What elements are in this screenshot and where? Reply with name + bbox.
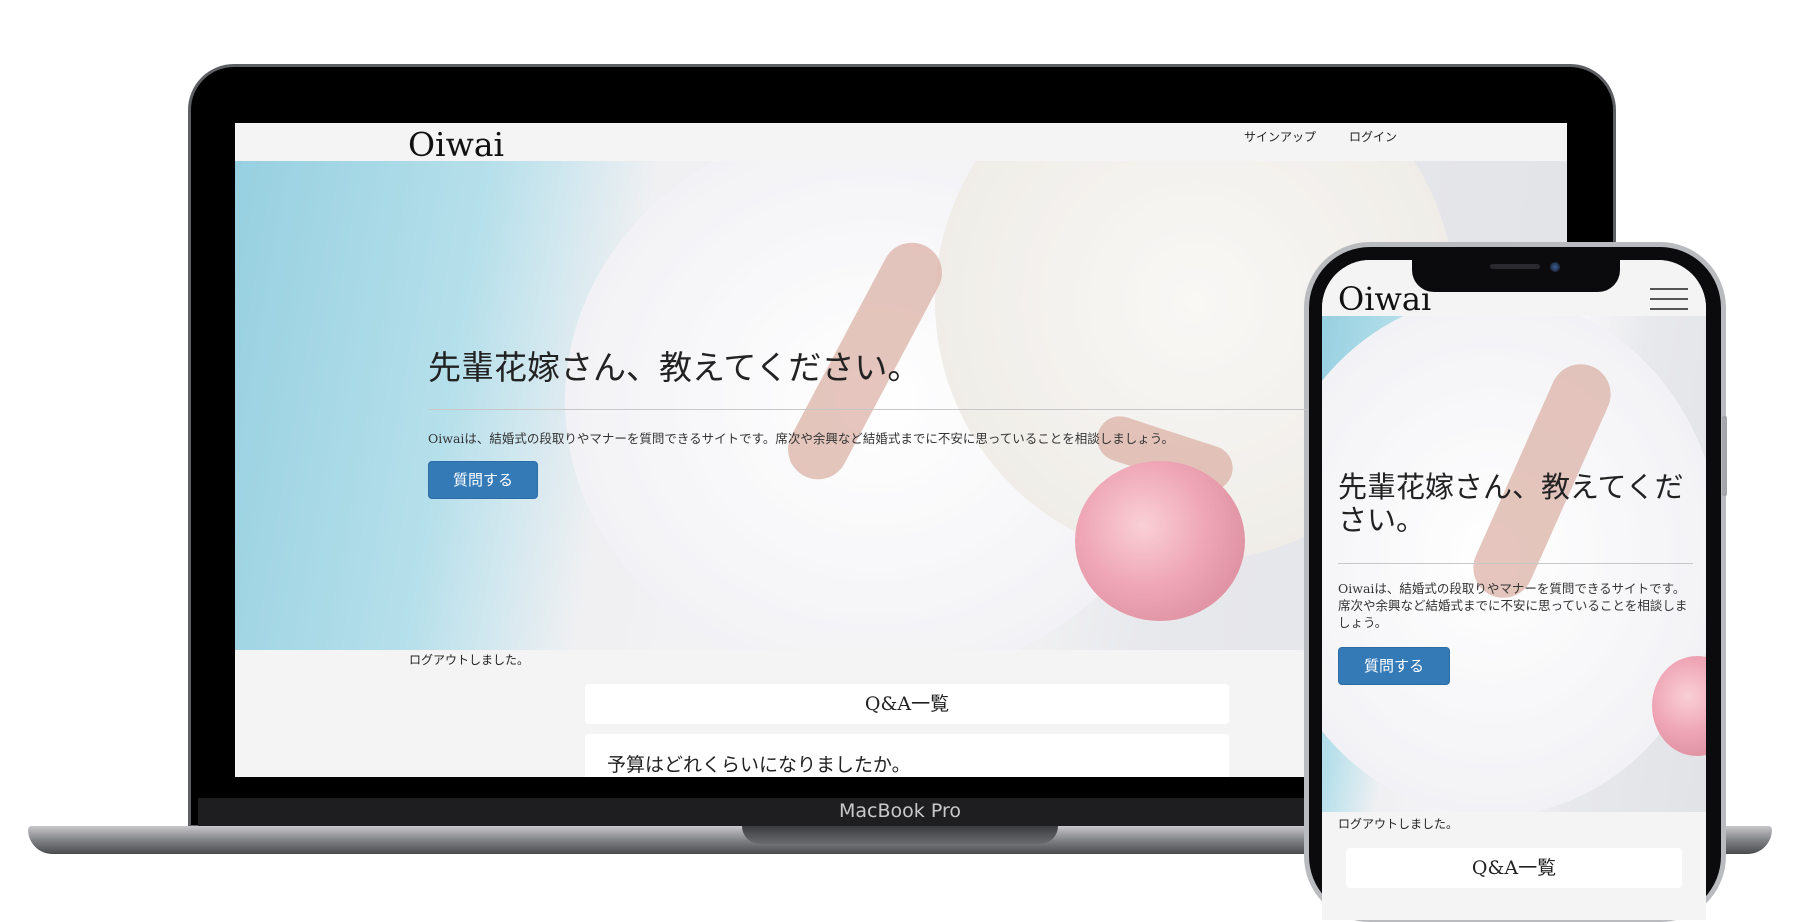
qa-list-item[interactable]: 予算はどれくらいになりましたか。 <box>585 734 1229 777</box>
laptop-opening-notch <box>742 826 1058 844</box>
phone-flash-message: ログアウトしました。 <box>1338 817 1459 831</box>
phone-hero-title: 先輩花嫁さん、教えてください。 <box>1338 470 1684 537</box>
hamburger-menu-icon[interactable] <box>1650 288 1688 312</box>
phone-ask-question-button[interactable]: 質問する <box>1338 647 1450 685</box>
hero-description: Oiwaiは、結婚式の段取りやマナーを質問できるサイトです。席次や余興など結婚式… <box>428 431 1175 446</box>
phone-hero-content: 先輩花嫁さん、教えてください。 Oiwaiは、結婚式の段取りやマナーを質問できる… <box>1338 471 1693 685</box>
ask-question-button[interactable]: 質問する <box>428 461 538 499</box>
phone-screen: Oiwai 先輩花嫁さん、教えてください。 Oiwaiは、結婚式の段取りやマナー… <box>1322 260 1706 920</box>
phone-hero-section: 先輩花嫁さん、教えてください。 Oiwaiは、結婚式の段取りやマナーを質問できる… <box>1322 316 1706 812</box>
phone-hero-divider <box>1338 563 1693 564</box>
site-logo[interactable]: Oiwai <box>408 125 504 164</box>
phone-speaker <box>1490 264 1540 269</box>
phone-notch <box>1412 256 1620 292</box>
phone-side-button <box>1722 416 1727 496</box>
login-link[interactable]: ログイン <box>1349 128 1397 145</box>
qa-list-heading: Q&A一覧 <box>585 684 1229 724</box>
phone-qa-list-heading: Q&A一覧 <box>1346 848 1682 888</box>
phone-site-logo[interactable]: Oiwai <box>1338 280 1431 318</box>
hero-divider <box>428 409 1308 410</box>
navbar: Oiwai サインアップ ログイン <box>235 123 1567 164</box>
phone-hero-description: Oiwaiは、結婚式の段取りやマナーを質問できるサイトです。席次や余興など結婚式… <box>1338 581 1688 630</box>
phone-camera-icon <box>1550 262 1560 272</box>
hero-content: 先輩花嫁さん、教えてください。 Oiwaiは、結婚式の段取りやマナーを質問できる… <box>428 341 1308 499</box>
flash-message: ログアウトしました。 <box>409 653 530 667</box>
hero-title: 先輩花嫁さん、教えてください。 <box>428 348 921 387</box>
signup-link[interactable]: サインアップ <box>1244 128 1316 145</box>
